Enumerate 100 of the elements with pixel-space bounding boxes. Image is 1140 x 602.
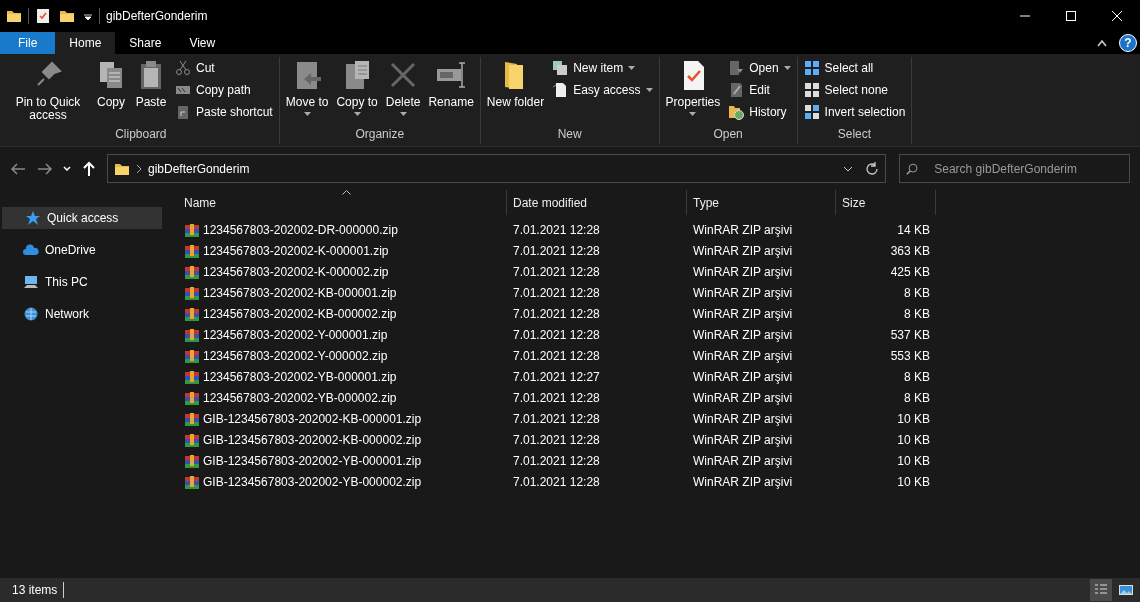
table-cell-text: 7.01.2021 12:28	[512, 348, 601, 365]
chevron-down-icon[interactable]	[843, 164, 853, 173]
table-cell-text: 7.01.2021 12:28	[512, 264, 601, 281]
ribbon-button[interactable]: Move to	[282, 57, 332, 126]
caret-icon	[303, 112, 311, 116]
file-name[interactable]: 1234567803-202002-KB-000001.zip	[203, 283, 397, 304]
table-cell-text: 10 KB	[896, 411, 931, 428]
column-header[interactable]: Size	[836, 190, 936, 215]
sidebar-item[interactable]: Network	[2, 303, 162, 325]
file-name[interactable]: GIB-1234567803-202002-YB-000001.zip	[203, 451, 422, 472]
sidebar-item[interactable]: OneDrive	[2, 239, 162, 261]
ribbon-button[interactable]: Edit	[725, 79, 794, 101]
address-bar[interactable]: gibDefterGonderim	[107, 154, 886, 183]
help-button[interactable]: ?	[1119, 34, 1137, 52]
ribbon-button[interactable]: Copy	[92, 57, 130, 126]
archive-icon	[184, 327, 200, 344]
table-cell-text: WinRAR ZIP arşivi	[692, 453, 794, 470]
table-cell-text: 425 KB	[889, 264, 931, 281]
archive-icon	[184, 369, 200, 386]
ribbon-tab[interactable]: Share	[115, 32, 176, 54]
sidebar-item[interactable]: This PC	[2, 271, 162, 293]
ribbon-button[interactable]: Easy access	[549, 79, 656, 101]
chevron-right-icon	[136, 163, 142, 174]
table-cell-text: 8 KB	[903, 306, 931, 323]
search-field[interactable]: Search gibDefterGonderim	[899, 154, 1130, 183]
group-label: Select	[836, 126, 873, 143]
search-input[interactable]: Search gibDefterGonderim	[932, 158, 1123, 179]
file-name[interactable]: 1234567803-202002-DR-000000.zip	[203, 220, 398, 241]
refresh-icon[interactable]	[865, 161, 879, 176]
archive-icon	[184, 474, 200, 491]
archive-icon	[184, 222, 200, 239]
column-header[interactable]: Type	[687, 190, 836, 215]
maximize-icon	[1066, 11, 1076, 21]
table-cell-text: 7.01.2021 12:27	[512, 369, 601, 386]
ribbon-button[interactable]: Open	[725, 57, 794, 79]
table-cell-text: WinRAR ZIP arşivi	[692, 474, 794, 491]
table-cell-text: 10 KB	[896, 432, 931, 449]
ribbon-tab[interactable]: Home	[55, 32, 116, 54]
archive-icon	[184, 390, 200, 407]
archive-icon	[184, 453, 200, 470]
properties-icon[interactable]	[35, 8, 51, 24]
caret-icon	[689, 112, 697, 116]
ribbon-button[interactable]: New folder	[483, 57, 548, 126]
ribbon-button[interactable]: Select all	[800, 57, 909, 79]
table-cell-text: WinRAR ZIP arşivi	[692, 432, 794, 449]
computer-icon	[23, 274, 39, 290]
table-cell-text: 8 KB	[903, 390, 931, 407]
table-cell-text: 7.01.2021 12:28	[512, 306, 601, 323]
folder-icon[interactable]	[59, 8, 75, 24]
ribbon-button[interactable]: Cut	[172, 57, 276, 79]
table-cell-text: 7.01.2021 12:28	[512, 390, 601, 407]
group-label: Organize	[354, 126, 406, 143]
ribbon-tab[interactable]: File	[0, 32, 56, 54]
table-cell-text: 10 KB	[896, 474, 931, 491]
ribbon-button[interactable]: Copy path	[172, 79, 276, 101]
archive-icon	[184, 264, 200, 281]
ribbon-button[interactable]: Paste	[132, 57, 170, 126]
rename-icon	[435, 59, 468, 91]
table-cell-text: 537 KB	[889, 327, 931, 344]
file-name[interactable]: 1234567803-202002-YB-000001.zip	[203, 367, 397, 388]
table-cell-text: 553 KB	[889, 348, 931, 365]
file-name[interactable]: 1234567803-202002-KB-000002.zip	[203, 304, 397, 325]
file-name[interactable]: 1234567803-202002-Y-000001.zip	[203, 325, 388, 346]
chevron-up-icon[interactable]	[1097, 39, 1107, 47]
file-name[interactable]: 1234567803-202002-Y-000002.zip	[203, 346, 388, 367]
table-cell-text: WinRAR ZIP arşivi	[692, 348, 794, 365]
table-cell-text: WinRAR ZIP arşivi	[692, 264, 794, 281]
ribbon-button[interactable]: Rename	[425, 57, 477, 126]
folder-icon	[6, 8, 22, 24]
file-name[interactable]: 1234567803-202002-K-000001.zip	[203, 241, 389, 262]
sidebar-item[interactable]: Quick access	[2, 207, 162, 229]
window-title: gibDefterGonderim	[106, 8, 208, 25]
file-name[interactable]: GIB-1234567803-202002-KB-000001.zip	[203, 409, 422, 430]
table-cell-text: WinRAR ZIP arşivi	[692, 243, 794, 260]
ribbon-button[interactable]: Pin to Quick access	[6, 57, 90, 126]
ribbon-button[interactable]: History	[725, 101, 794, 123]
ribbon-tab[interactable]: View	[175, 32, 230, 54]
ribbon-button[interactable]: New item	[549, 57, 656, 79]
caret-icon	[628, 66, 636, 70]
scissors-icon	[175, 60, 191, 76]
ribbon-button[interactable]: Delete	[382, 57, 424, 126]
table-cell-text: 363 KB	[889, 243, 931, 260]
file-name[interactable]: GIB-1234567803-202002-KB-000002.zip	[203, 430, 422, 451]
file-name[interactable]: 1234567803-202002-K-000002.zip	[203, 262, 389, 283]
ribbon-button[interactable]: Invert selection	[800, 101, 909, 123]
edit-icon	[728, 82, 745, 98]
ribbon-button[interactable]: Paste shortcut	[172, 101, 276, 123]
globe-icon	[23, 306, 39, 322]
table-cell-text: WinRAR ZIP arşivi	[692, 390, 794, 407]
ribbon-button[interactable]: Select none	[800, 79, 909, 101]
table-cell-text: WinRAR ZIP arşivi	[692, 306, 794, 323]
column-header[interactable]: Name	[178, 190, 507, 215]
file-name[interactable]: 1234567803-202002-YB-000002.zip	[203, 388, 397, 409]
back-icon	[10, 160, 26, 177]
table-cell-text: 8 KB	[903, 369, 931, 386]
caret-icon[interactable]	[83, 11, 93, 21]
column-header[interactable]: Date modified	[507, 190, 687, 215]
ribbon-button[interactable]: Copy to	[333, 57, 381, 126]
ribbon-button[interactable]: Properties	[662, 57, 724, 126]
file-name[interactable]: GIB-1234567803-202002-YB-000002.zip	[203, 472, 422, 493]
